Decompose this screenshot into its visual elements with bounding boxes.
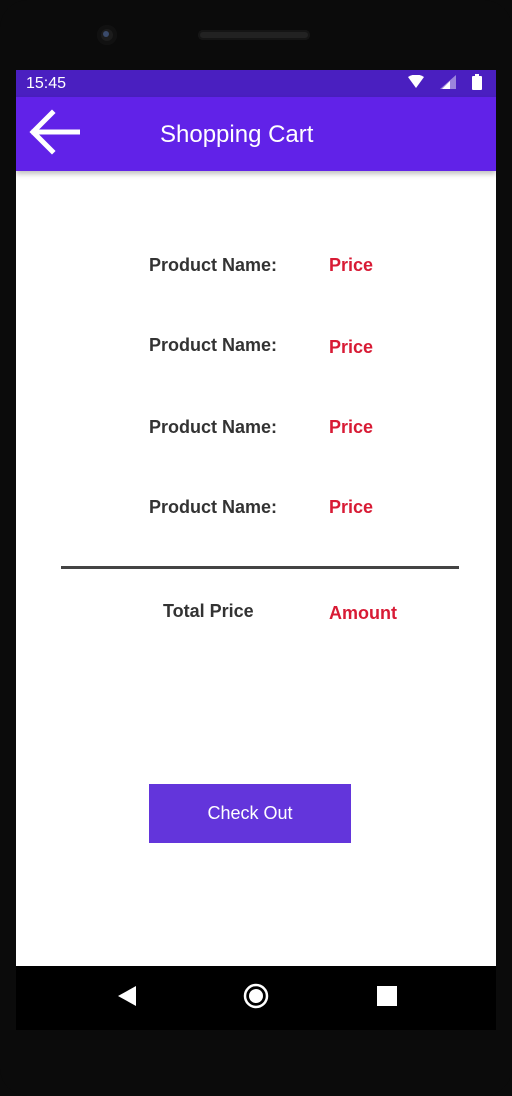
product-price: Price: [329, 255, 374, 275]
screen: 15:45 Shopping Cart Product Name: Price …: [16, 70, 496, 1030]
signal-icon: [440, 74, 456, 94]
cart-row: Product Name: Price: [16, 493, 496, 523]
nav-home-button[interactable]: [240, 982, 272, 1014]
total-price-label: Total Price: [163, 601, 254, 621]
cart-content: Product Name: Price Product Name: Price …: [16, 171, 496, 966]
status-icons: [408, 73, 482, 95]
arrow-left-icon: [28, 108, 81, 160]
status-bar: 15:45: [16, 70, 496, 97]
product-price: Price: [329, 337, 374, 357]
nav-back-button[interactable]: [111, 982, 143, 1014]
product-price: Price: [329, 497, 374, 517]
phone-frame: 15:45 Shopping Cart Product Name: Price …: [0, 0, 512, 1096]
recents-square-icon: [377, 985, 397, 1011]
home-circle-icon: [243, 983, 269, 1014]
product-name-label: Product Name:: [149, 255, 278, 275]
cart-row: Product Name: Price: [16, 331, 496, 361]
product-name-label: Product Name:: [149, 335, 278, 355]
front-camera: [97, 25, 117, 45]
battery-icon: [472, 73, 482, 95]
product-price: Price: [329, 417, 374, 437]
product-name-label: Product Name:: [149, 497, 278, 517]
product-name-label: Product Name:: [149, 417, 278, 437]
back-triangle-icon: [116, 985, 138, 1012]
app-bar: Shopping Cart: [16, 97, 496, 171]
back-button[interactable]: [24, 105, 84, 163]
status-time: 15:45: [26, 75, 67, 92]
cart-row: Product Name: Price: [16, 413, 496, 443]
system-nav-bar: [16, 966, 496, 1030]
earpiece-speaker: [198, 30, 310, 40]
checkout-button[interactable]: Check Out: [149, 784, 351, 843]
cart-row: Product Name: Price: [16, 251, 496, 281]
nav-recents-button[interactable]: [371, 982, 403, 1014]
wifi-icon: [408, 74, 424, 94]
total-amount: Amount: [329, 603, 397, 623]
page-title: Shopping Cart: [160, 121, 314, 148]
divider: [61, 566, 459, 569]
